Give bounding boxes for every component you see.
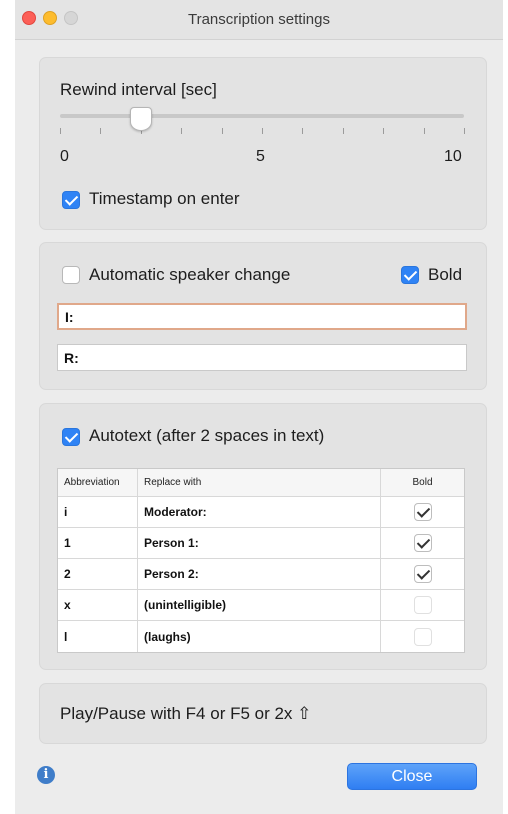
auto-speaker-checkbox[interactable]	[62, 266, 80, 284]
speaker-2-field[interactable]	[57, 344, 467, 371]
replace-cell[interactable]: (unintelligible)	[138, 590, 381, 620]
bold-cell	[381, 590, 464, 620]
slider-tick	[302, 128, 303, 134]
slider-tick	[181, 128, 182, 134]
abbreviation-cell[interactable]: 1	[58, 528, 138, 558]
window-title: Transcription settings	[187, 11, 330, 28]
column-header-abbreviation[interactable]: Abbreviation	[58, 469, 138, 496]
abbreviation-cell[interactable]: 2	[58, 559, 138, 589]
table-row[interactable]: l (laughs)	[58, 621, 464, 652]
rewind-slider-thumb[interactable]	[129, 107, 152, 131]
close-button[interactable]: Close	[347, 763, 477, 790]
rewind-min-label: 0	[60, 148, 69, 165]
table-row[interactable]: 2 Person 2:	[58, 559, 464, 590]
slider-tick	[343, 128, 344, 134]
info-icon[interactable]: i	[37, 766, 55, 784]
replace-cell[interactable]: (laughs)	[138, 621, 381, 652]
slider-tick	[222, 128, 223, 134]
slider-tick	[424, 128, 425, 134]
rewind-max-label: 10	[444, 148, 462, 165]
table-row[interactable]: i Moderator:	[58, 497, 464, 528]
autotext-group: Autotext (after 2 spaces in text) Abbrev…	[39, 403, 487, 670]
bold-cell	[381, 559, 464, 589]
timestamp-checkbox[interactable]	[62, 191, 80, 209]
abbreviation-cell[interactable]: l	[58, 621, 138, 652]
slider-tick	[60, 128, 61, 134]
slider-tick	[262, 128, 263, 134]
timestamp-label: Timestamp on enter	[89, 189, 240, 208]
rewind-slider-track[interactable]	[60, 114, 464, 118]
row-bold-checkbox[interactable]	[413, 503, 432, 521]
replace-cell[interactable]: Moderator:	[138, 497, 381, 527]
titlebar: Transcription settings	[15, 0, 503, 40]
autotext-label: Autotext (after 2 spaces in text)	[89, 426, 325, 445]
speaker-1-field[interactable]	[57, 303, 467, 330]
auto-speaker-label: Automatic speaker change	[89, 265, 291, 284]
speaker-group: Automatic speaker change Bold	[39, 242, 487, 390]
slider-tick	[100, 128, 101, 134]
autotext-table: Abbreviation Replace with Bold i Moderato…	[57, 468, 465, 653]
abbreviation-cell[interactable]: x	[58, 590, 138, 620]
table-row[interactable]: 1 Person 1:	[58, 528, 464, 559]
bold-cell	[381, 621, 464, 652]
slider-tick	[464, 128, 465, 134]
rewind-mid-label: 5	[256, 148, 265, 165]
playpause-label: Play/Pause with F4 or F5 or 2x ⇧	[60, 704, 312, 723]
replace-cell[interactable]: Person 1:	[138, 528, 381, 558]
replace-cell[interactable]: Person 2:	[138, 559, 381, 589]
bold-cell	[381, 528, 464, 558]
table-row[interactable]: x (unintelligible)	[58, 590, 464, 621]
settings-window: Transcription settings Rewind interval […	[15, 0, 503, 814]
bold-checkbox[interactable]	[401, 266, 419, 284]
row-bold-checkbox[interactable]	[413, 565, 432, 583]
playpause-group: Play/Pause with F4 or F5 or 2x ⇧	[39, 683, 487, 744]
table-body: i Moderator: 1 Person 1: 2 Person 2: x (unintel…	[58, 497, 464, 652]
row-bold-checkbox[interactable]	[413, 627, 432, 646]
abbreviation-cell[interactable]: i	[58, 497, 138, 527]
column-header-replace[interactable]: Replace with	[138, 469, 381, 496]
autotext-checkbox[interactable]	[62, 428, 80, 446]
slider-tick	[383, 128, 384, 134]
bold-label: Bold	[428, 265, 463, 284]
column-header-bold[interactable]: Bold	[381, 469, 464, 496]
bold-cell	[381, 497, 464, 527]
table-header: Abbreviation Replace with Bold	[58, 469, 464, 497]
rewind-label: Rewind interval [sec]	[60, 80, 217, 99]
row-bold-checkbox[interactable]	[413, 534, 432, 552]
rewind-group: Rewind interval [sec] 0 5 10 Timestamp o…	[39, 57, 487, 230]
row-bold-checkbox[interactable]	[413, 596, 432, 614]
